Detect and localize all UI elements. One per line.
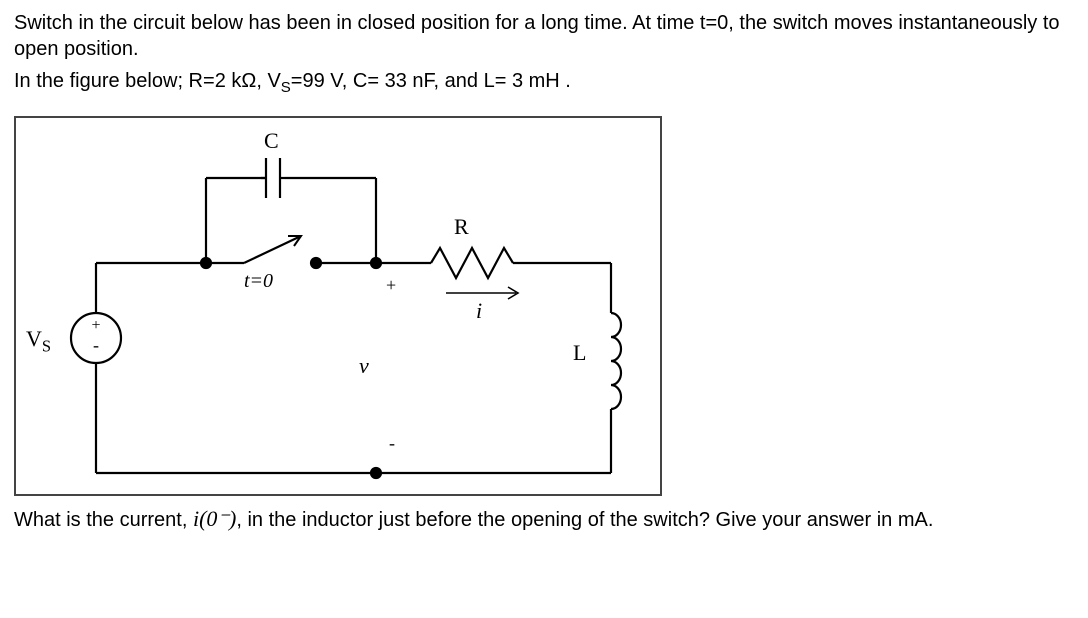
problem-line-2: In the figure below; R=2 kΩ, VS=99 V, C=… xyxy=(14,68,1074,98)
label-C: C xyxy=(264,128,279,154)
circuit-figure: + - xyxy=(14,116,1074,496)
question-text: What is the current, i(0⁻), in the induc… xyxy=(14,504,1074,534)
label-t0: t=0 xyxy=(244,270,273,293)
circuit-svg: + - xyxy=(16,118,660,494)
label-Vs: VS xyxy=(26,326,51,356)
label-R: R xyxy=(454,214,469,240)
problem-line-1: Switch in the circuit below has been in … xyxy=(14,10,1074,62)
label-v-plus: + xyxy=(386,275,396,296)
label-i: i xyxy=(476,298,482,324)
svg-text:+: + xyxy=(91,317,100,334)
svg-text:-: - xyxy=(93,335,99,355)
circuit-diagram: + - xyxy=(14,116,662,496)
label-L: L xyxy=(573,340,586,366)
label-v-minus: - xyxy=(389,433,395,454)
problem-statement: Switch in the circuit below has been in … xyxy=(14,10,1074,98)
label-v: v xyxy=(359,353,369,379)
question-symbol: i(0⁻) xyxy=(193,506,236,531)
